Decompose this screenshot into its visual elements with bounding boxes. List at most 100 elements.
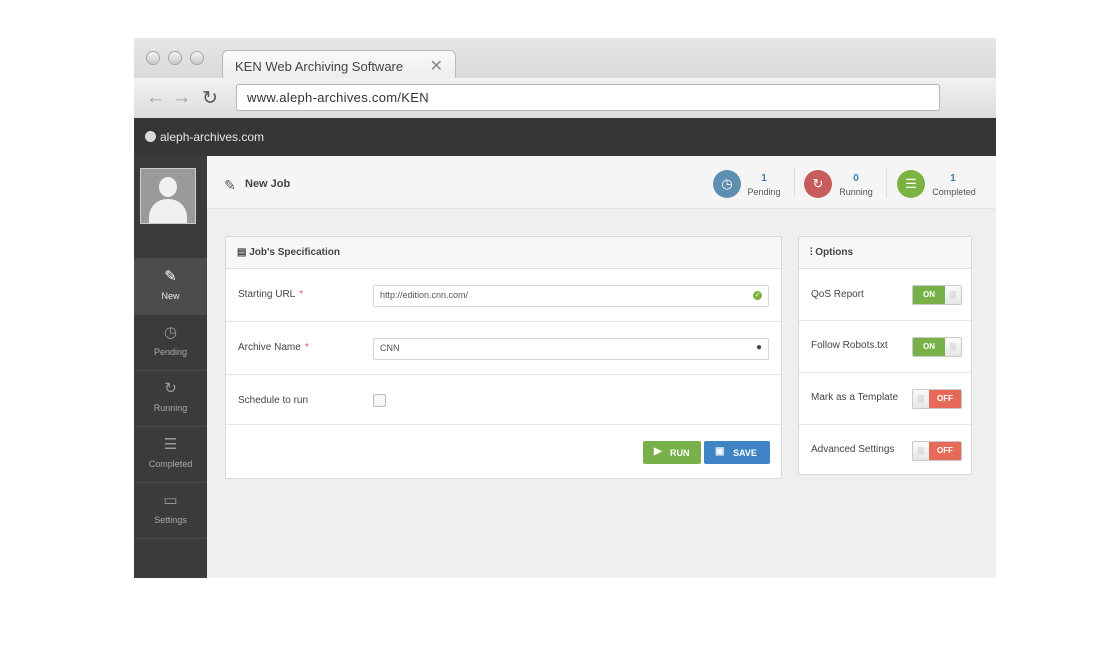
- window-zoom-dot[interactable]: [190, 51, 204, 65]
- site-header: aleph-archives.com: [134, 118, 996, 156]
- site-name[interactable]: aleph-archives.com: [160, 130, 264, 144]
- options-title-text: Options: [815, 247, 854, 258]
- window-close-dot[interactable]: [146, 51, 160, 65]
- completed-label: Completed: [932, 187, 976, 197]
- schedule-label: Schedule to run: [238, 395, 309, 406]
- starting-url-label: Starting URL *: [238, 289, 303, 300]
- sidebar-item-new[interactable]: ✎ New: [134, 258, 207, 314]
- running-label: Running: [839, 187, 873, 197]
- toggle-grip: |||: [949, 342, 957, 351]
- toggle-grip: |||: [917, 394, 925, 403]
- row-divider: [226, 424, 781, 425]
- follow-robots-toggle[interactable]: ON |||: [912, 337, 962, 357]
- play-icon: ▶: [654, 446, 662, 457]
- row-divider: [799, 372, 971, 373]
- row-divider: [226, 374, 781, 375]
- archive-name-input[interactable]: CNN ●: [373, 338, 769, 360]
- toggle-off-segment: OFF: [929, 442, 961, 460]
- monitor-icon: ▭: [163, 492, 178, 509]
- archive-name-value: CNN: [380, 343, 400, 353]
- starting-url-value: http://edition.cnn.com/: [380, 290, 469, 300]
- toggle-grip: |||: [949, 290, 957, 299]
- save-button[interactable]: ▣ SAVE: [704, 441, 770, 464]
- save-icon: ▣: [715, 446, 725, 457]
- browser-chrome: KEN Web Archiving Software ✕ ← → ↻ www.a…: [134, 38, 996, 119]
- advanced-settings-toggle[interactable]: ||| OFF: [912, 441, 962, 461]
- options-title: ⫶ Options: [810, 247, 853, 258]
- schedule-checkbox[interactable]: [373, 394, 386, 407]
- sidebar-item-label: Completed: [148, 459, 193, 469]
- running-count: 0: [853, 173, 859, 184]
- page-title: New Job: [245, 178, 291, 190]
- reload-icon[interactable]: ↻: [202, 87, 218, 110]
- address-bar[interactable]: www.aleph-archives.com/KEN: [236, 84, 940, 111]
- pending-stat-icon[interactable]: ◷: [713, 170, 741, 198]
- browser-tab[interactable]: KEN Web Archiving Software ✕: [222, 50, 456, 79]
- pencil-icon: ✎: [224, 177, 236, 193]
- forward-arrow-icon[interactable]: →: [172, 87, 191, 109]
- browser-window: KEN Web Archiving Software ✕ ← → ↻ www.a…: [134, 38, 996, 578]
- sidebar-item-label: Settings: [154, 515, 187, 525]
- sidebar-item-label: New: [161, 291, 180, 301]
- row-divider: [799, 424, 971, 425]
- qos-report-label: QoS Report: [811, 289, 864, 300]
- job-spec-title: ▤ Job's Specification: [237, 247, 340, 258]
- sidebar-item-completed[interactable]: ☰ Completed: [134, 426, 207, 482]
- back-arrow-icon[interactable]: ←: [146, 87, 165, 109]
- options-panel: ⫶ Options QoS Report ON ||| Follow Robot…: [798, 236, 972, 475]
- follow-robots-label: Follow Robots.txt: [811, 340, 888, 351]
- clipboard-icon: ▤: [237, 247, 247, 258]
- toggle-grip: |||: [917, 446, 925, 455]
- avatar[interactable]: [140, 168, 196, 224]
- run-button[interactable]: ▶ RUN: [643, 441, 701, 464]
- starting-url-input[interactable]: http://edition.cnn.com/ ✓: [373, 285, 769, 307]
- pending-count: 1: [761, 173, 767, 184]
- completed-stat-icon[interactable]: ☰: [897, 170, 925, 198]
- tab-title: KEN Web Archiving Software: [235, 59, 404, 74]
- page-header: ✎ New Job ◷ 1 Pending ↻ 0 Running ☰ 1 Co…: [207, 156, 996, 209]
- list-icon: ☰: [163, 436, 178, 453]
- new-icon: ✎: [164, 268, 177, 285]
- toggle-on-segment: ON: [913, 338, 945, 356]
- row-divider: [799, 320, 971, 321]
- sliders-icon: ⫶: [810, 247, 813, 258]
- completed-count: 1: [950, 173, 956, 184]
- archive-name-label-text: Archive Name: [238, 342, 301, 353]
- advanced-settings-label: Advanced Settings: [811, 444, 895, 455]
- row-divider: [226, 321, 781, 322]
- tab-close-icon[interactable]: ✕: [430, 56, 443, 76]
- main-content: ✎ New Job ◷ 1 Pending ↻ 0 Running ☰ 1 Co…: [207, 156, 996, 578]
- job-spec-panel: ▤ Job's Specification Starting URL * http…: [225, 236, 782, 479]
- clock-icon: ◷: [163, 324, 178, 341]
- pending-label: Pending: [747, 187, 781, 197]
- qos-report-toggle[interactable]: ON |||: [912, 285, 962, 305]
- required-marker: *: [304, 342, 309, 353]
- options-header: ⫶ Options: [799, 237, 971, 269]
- toggle-on-segment: ON: [913, 286, 945, 304]
- save-button-label: SAVE: [733, 448, 757, 458]
- avatar-body-shape: [149, 199, 187, 223]
- check-circle-icon: ✓: [753, 291, 762, 300]
- mark-template-label: Mark as a Template: [811, 392, 899, 403]
- sidebar: ✎ New ◷ Pending ↻ Running ☰ Completed ▭ …: [134, 156, 207, 578]
- user-icon: ●: [755, 342, 762, 353]
- sidebar-item-pending[interactable]: ◷ Pending: [134, 314, 207, 370]
- avatar-head-shape: [159, 177, 177, 197]
- refresh-icon: ↻: [164, 380, 177, 397]
- sidebar-item-label: Pending: [153, 347, 188, 357]
- run-button-label: RUN: [670, 448, 690, 458]
- running-stat-icon[interactable]: ↻: [804, 170, 832, 198]
- sidebar-item-running[interactable]: ↻ Running: [134, 370, 207, 426]
- mark-template-toggle[interactable]: ||| OFF: [912, 389, 962, 409]
- sidebar-item-label: Running: [153, 403, 188, 413]
- starting-url-label-text: Starting URL: [238, 289, 296, 300]
- window-minimize-dot[interactable]: [168, 51, 182, 65]
- stat-divider: [794, 168, 795, 198]
- archive-name-label: Archive Name *: [238, 342, 309, 353]
- address-url: www.aleph-archives.com/KEN: [247, 90, 429, 105]
- sidebar-item-settings[interactable]: ▭ Settings: [134, 482, 207, 539]
- toggle-off-segment: OFF: [929, 390, 961, 408]
- required-marker: *: [299, 289, 304, 300]
- browser-toolbar: ← → ↻ www.aleph-archives.com/KEN: [134, 78, 996, 118]
- job-spec-title-text: Job's Specification: [249, 247, 340, 258]
